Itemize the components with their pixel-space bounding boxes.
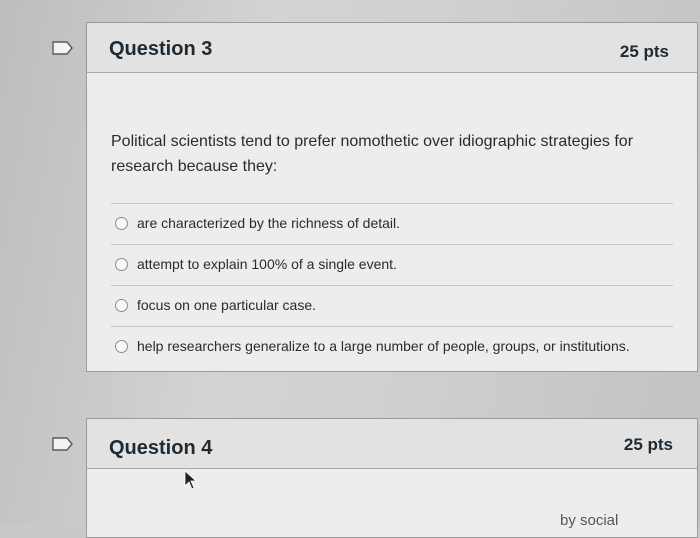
question-title: Question 4 [109, 437, 213, 459]
answer-label[interactable]: focus on one particular case. [137, 297, 316, 313]
answer-list: are characterized by the richness of det… [111, 203, 673, 367]
question-text-partial: by social [560, 512, 619, 529]
radio-button[interactable] [115, 299, 128, 312]
question-points: 25 pts [623, 435, 673, 454]
radio-button[interactable] [115, 217, 128, 230]
answer-label[interactable]: attempt to explain 100% of a single even… [137, 256, 397, 272]
flag-icon[interactable] [52, 437, 74, 451]
radio-button[interactable] [115, 340, 128, 353]
question-header: Question 4 25 pts [87, 419, 697, 469]
question-points: 25 pts [619, 42, 669, 61]
mouse-pointer-icon [184, 470, 198, 490]
radio-button[interactable] [115, 258, 128, 271]
question-text: Political scientists tend to prefer nomo… [111, 133, 634, 175]
question-card: Question 3 25 pts Political scientists t… [86, 22, 698, 372]
answer-option[interactable]: are characterized by the richness of det… [111, 203, 673, 244]
question-title: Question 3 [109, 38, 213, 60]
answer-label[interactable]: are characterized by the richness of det… [137, 215, 400, 231]
answer-option[interactable]: help researchers generalize to a large n… [111, 326, 673, 367]
answer-label[interactable]: help researchers generalize to a large n… [137, 338, 630, 354]
answer-option[interactable]: focus on one particular case. [111, 285, 673, 326]
question-header: Question 3 25 pts [87, 23, 697, 73]
answer-option[interactable]: attempt to explain 100% of a single even… [111, 244, 673, 285]
flag-icon[interactable] [52, 41, 74, 55]
